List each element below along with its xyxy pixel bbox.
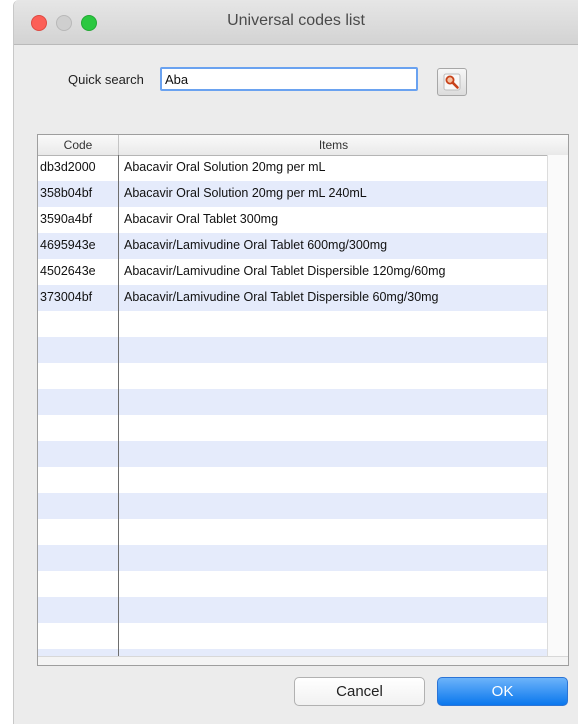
empty-row bbox=[38, 389, 548, 415]
search-icon bbox=[443, 73, 461, 91]
empty-row bbox=[38, 337, 548, 363]
codes-table: Code Items db3d2000 Abacavir Oral Soluti… bbox=[37, 134, 569, 666]
empty-row bbox=[38, 597, 548, 623]
table-row[interactable]: 358b04bf Abacavir Oral Solution 20mg per… bbox=[38, 181, 548, 207]
table-row[interactable]: db3d2000 Abacavir Oral Solution 20mg per… bbox=[38, 155, 548, 181]
empty-row bbox=[38, 415, 548, 441]
code-cell: 4502643e bbox=[40, 264, 96, 278]
code-cell: 358b04bf bbox=[40, 186, 93, 200]
item-cell: Abacavir Oral Tablet 300mg bbox=[124, 212, 279, 226]
table-header: Code Items bbox=[38, 135, 568, 156]
item-cell: Abacavir/Lamivudine Oral Tablet 600mg/30… bbox=[124, 238, 388, 252]
empty-row bbox=[38, 623, 548, 649]
table-row[interactable]: 4695943e Abacavir/Lamivudine Oral Tablet… bbox=[38, 233, 548, 259]
item-cell: Abacavir/Lamivudine Oral Tablet Dispersi… bbox=[124, 290, 439, 304]
empty-row bbox=[38, 571, 548, 597]
empty-row bbox=[38, 519, 548, 545]
code-cell: db3d2000 bbox=[40, 160, 96, 174]
horizontal-scrollbar[interactable] bbox=[38, 656, 568, 665]
table-row[interactable]: 4502643e Abacavir/Lamivudine Oral Tablet… bbox=[38, 259, 548, 285]
search-button[interactable] bbox=[437, 68, 467, 96]
window-title: Universal codes list bbox=[227, 12, 365, 29]
column-header-code[interactable]: Code bbox=[38, 138, 118, 152]
dialog-window: Universal codes list Quick search Code I… bbox=[13, 0, 578, 724]
code-cell: 3590a4bf bbox=[40, 212, 93, 226]
item-cell: Abacavir Oral Solution 20mg per mL 240mL bbox=[124, 186, 367, 200]
empty-row bbox=[38, 467, 548, 493]
vertical-scrollbar[interactable] bbox=[547, 155, 568, 665]
column-separator-line bbox=[118, 155, 119, 665]
item-cell: Abacavir Oral Solution 20mg per mL bbox=[124, 160, 326, 174]
code-cell: 4695943e bbox=[40, 238, 96, 252]
table-body: db3d2000 Abacavir Oral Solution 20mg per… bbox=[38, 155, 548, 657]
code-cell: 373004bf bbox=[40, 290, 93, 304]
column-header-items[interactable]: Items bbox=[119, 138, 548, 152]
cancel-button[interactable]: Cancel bbox=[294, 677, 425, 706]
empty-row bbox=[38, 363, 548, 389]
table-row[interactable]: 3590a4bf Abacavir Oral Tablet 300mg bbox=[38, 207, 548, 233]
item-cell: Abacavir/Lamivudine Oral Tablet Dispersi… bbox=[124, 264, 446, 278]
empty-row bbox=[38, 311, 548, 337]
table-row[interactable]: 373004bf Abacavir/Lamivudine Oral Tablet… bbox=[38, 285, 548, 311]
empty-row bbox=[38, 441, 548, 467]
empty-row bbox=[38, 545, 548, 571]
empty-row bbox=[38, 493, 548, 519]
ok-button[interactable]: OK bbox=[437, 677, 568, 706]
quick-search-input[interactable] bbox=[160, 67, 418, 91]
quick-search-label: Quick search bbox=[68, 72, 144, 87]
title-bar: Universal codes list bbox=[14, 0, 578, 45]
